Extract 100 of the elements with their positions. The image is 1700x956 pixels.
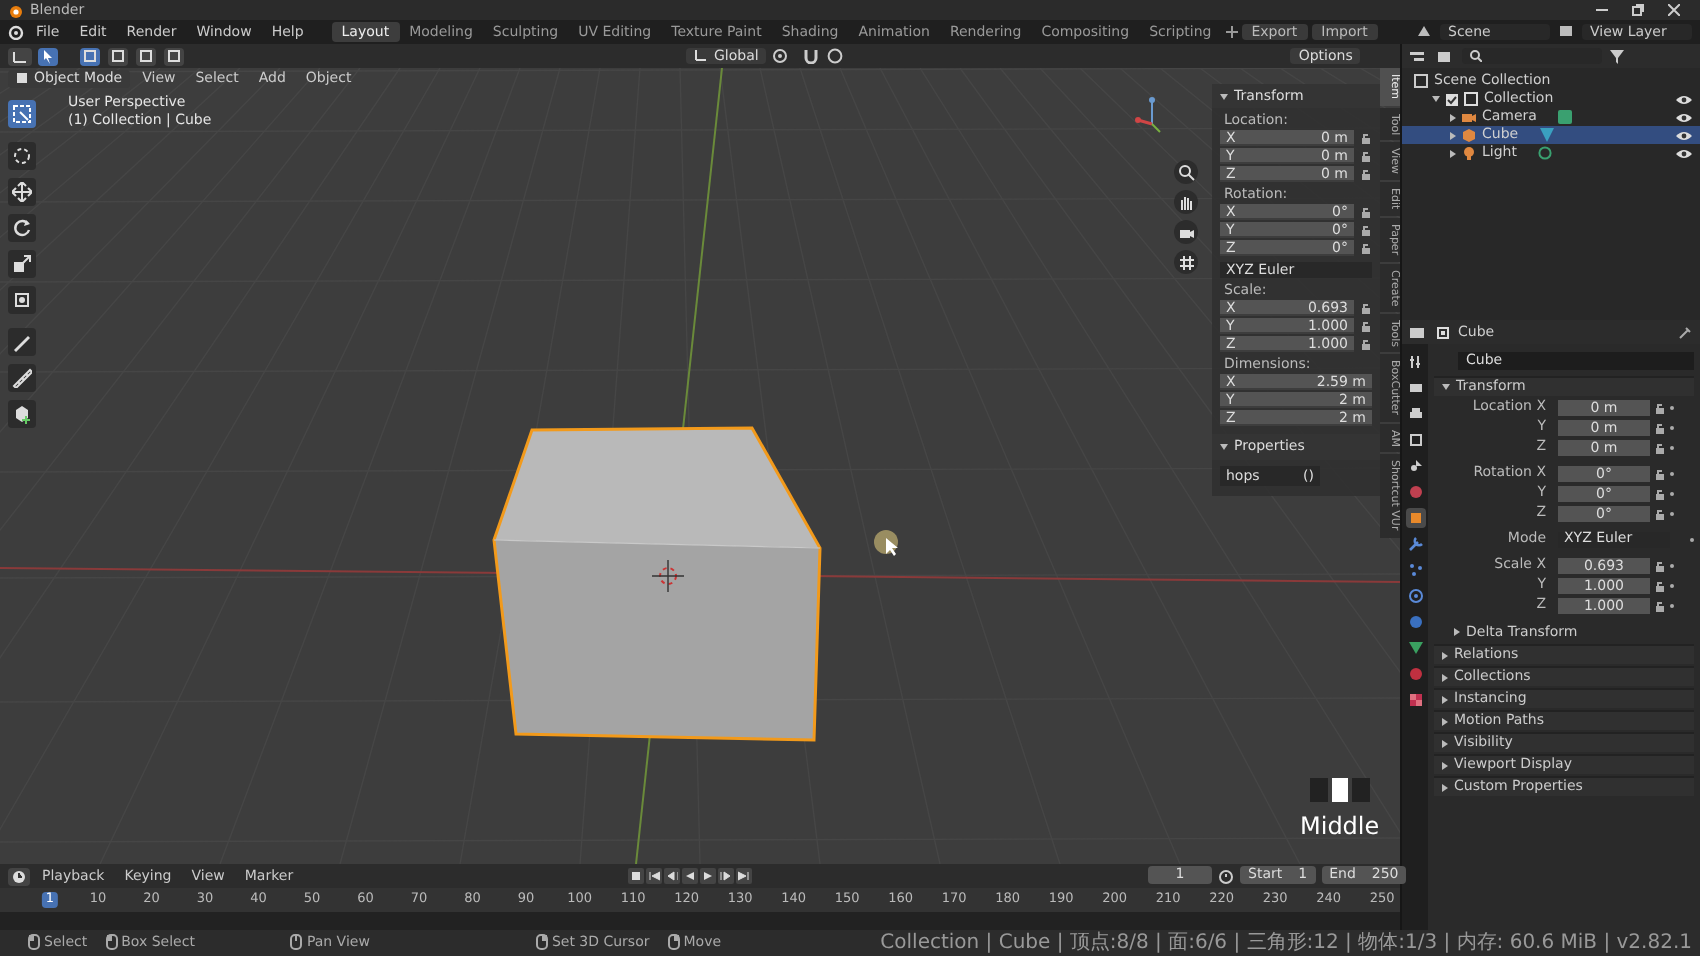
expand-arrow-icon[interactable] — [1442, 695, 1448, 703]
add-workspace-icon[interactable] — [1225, 26, 1238, 38]
lock-icon[interactable] — [1654, 579, 1666, 591]
editor-type-button[interactable] — [8, 867, 30, 885]
expand-arrow-icon[interactable] — [1442, 651, 1448, 659]
lock-icon[interactable] — [1654, 599, 1666, 611]
lock-icon[interactable] — [1360, 205, 1372, 218]
editor-type-button[interactable] — [8, 47, 32, 65]
properties-tab[interactable] — [1405, 404, 1425, 424]
lock-icon[interactable] — [1654, 401, 1666, 413]
square-icon — [112, 50, 124, 62]
restore-icon[interactable] — [1632, 4, 1644, 16]
object-icon — [1436, 325, 1450, 339]
expand-arrow-icon[interactable] — [1442, 717, 1448, 725]
tool-button[interactable] — [38, 47, 58, 65]
sphere-icon — [1407, 666, 1423, 682]
expand-arrow-icon[interactable] — [1442, 783, 1448, 791]
properties-tab[interactable] — [1405, 430, 1425, 450]
lock-icon[interactable] — [1654, 421, 1666, 433]
tool-button[interactable] — [8, 364, 36, 392]
expand-arrow-icon[interactable] — [1450, 131, 1456, 139]
particles-icon — [1407, 562, 1423, 578]
lock-icon[interactable] — [1360, 301, 1372, 314]
orbit-icon — [1407, 588, 1423, 604]
expand-arrow-icon[interactable] — [1432, 96, 1440, 102]
mouse-icon — [290, 934, 303, 951]
eye-icon[interactable] — [1676, 147, 1692, 159]
search-field[interactable] — [1462, 48, 1602, 64]
tool-button[interactable] — [8, 178, 36, 206]
close-icon[interactable] — [1668, 4, 1680, 16]
ruler-icon — [12, 368, 32, 388]
properties-tab[interactable] — [1405, 638, 1425, 658]
properties-tab[interactable] — [1405, 586, 1425, 606]
play-icon[interactable] — [702, 870, 714, 882]
minimize-icon[interactable] — [1596, 4, 1608, 16]
lock-icon[interactable] — [1654, 441, 1666, 453]
lock-icon[interactable] — [1360, 319, 1372, 332]
mesh-data-icon[interactable] — [1540, 128, 1555, 142]
blender-menu-icon[interactable] — [8, 24, 24, 40]
expand-arrow-icon[interactable] — [1450, 149, 1456, 157]
previous-keyframe-icon[interactable] — [666, 870, 678, 882]
lock-icon[interactable] — [1360, 167, 1372, 180]
next-keyframe-icon[interactable] — [720, 870, 732, 882]
camera-data-icon[interactable] — [1558, 110, 1573, 124]
proportional-edit-icon[interactable] — [826, 48, 845, 64]
record-icon[interactable] — [630, 870, 642, 882]
tool-button[interactable] — [8, 250, 36, 278]
expand-arrow-icon[interactable] — [1442, 384, 1450, 390]
zoom-icon[interactable] — [1177, 163, 1195, 181]
lock-icon[interactable] — [1360, 149, 1372, 162]
lock-icon[interactable] — [1654, 467, 1666, 479]
play-reverse-icon[interactable] — [684, 870, 696, 882]
light-data-icon[interactable] — [1538, 146, 1553, 160]
lock-icon[interactable] — [1360, 223, 1372, 236]
editor-type-icon[interactable] — [1410, 49, 1428, 63]
properties-tab[interactable] — [1405, 456, 1425, 476]
axes-icon — [694, 48, 708, 63]
expand-arrow-icon[interactable] — [1442, 761, 1448, 769]
square-icon — [168, 50, 180, 62]
editor-type-icon[interactable] — [1410, 325, 1428, 339]
expand-arrow-icon[interactable] — [1220, 444, 1228, 451]
expand-arrow-icon[interactable] — [1454, 628, 1460, 636]
camera-icon — [1462, 110, 1476, 124]
layers-icon[interactable] — [1558, 24, 1574, 39]
lock-icon[interactable] — [1360, 241, 1372, 254]
tool-button[interactable] — [8, 400, 36, 428]
lock-icon[interactable] — [1654, 487, 1666, 499]
select-box-icon — [12, 104, 32, 124]
checkbox-icon[interactable] — [1446, 93, 1458, 105]
properties-tab[interactable] — [1405, 352, 1425, 372]
lock-icon[interactable] — [1654, 507, 1666, 519]
expand-arrow-icon[interactable] — [1442, 673, 1448, 681]
properties-tab[interactable] — [1405, 560, 1425, 580]
properties-tab[interactable] — [1405, 534, 1425, 554]
snap-magnet-icon[interactable] — [802, 48, 821, 64]
filter-icon[interactable] — [1610, 49, 1624, 63]
display-mode-icon[interactable] — [1436, 49, 1454, 63]
grid-icon[interactable] — [1177, 253, 1195, 271]
lock-icon[interactable] — [1654, 559, 1666, 571]
tool-button[interactable] — [8, 214, 36, 242]
jump-end-icon[interactable] — [738, 870, 750, 882]
properties-tab[interactable] — [1405, 508, 1425, 528]
jump-start-icon[interactable] — [648, 870, 660, 882]
tool-button[interactable] — [8, 142, 36, 170]
scene-icon[interactable] — [1416, 24, 1432, 39]
lock-icon[interactable] — [1360, 337, 1372, 350]
checker-icon — [1407, 692, 1423, 708]
eye-icon[interactable] — [1676, 93, 1692, 105]
eye-icon[interactable] — [1676, 129, 1692, 141]
tool-button[interactable] — [8, 328, 36, 356]
expand-arrow-icon[interactable] — [1442, 739, 1448, 747]
properties-tab[interactable] — [1405, 690, 1425, 710]
lock-icon[interactable] — [1360, 131, 1372, 144]
tool-button[interactable] — [8, 286, 36, 314]
pin-icon[interactable] — [1678, 325, 1692, 339]
expand-arrow-icon[interactable] — [1220, 93, 1228, 100]
object-mode-icon — [16, 72, 28, 85]
stopwatch-icon[interactable] — [1218, 867, 1234, 883]
eye-icon[interactable] — [1676, 111, 1692, 123]
properties-tab[interactable] — [1405, 378, 1425, 398]
